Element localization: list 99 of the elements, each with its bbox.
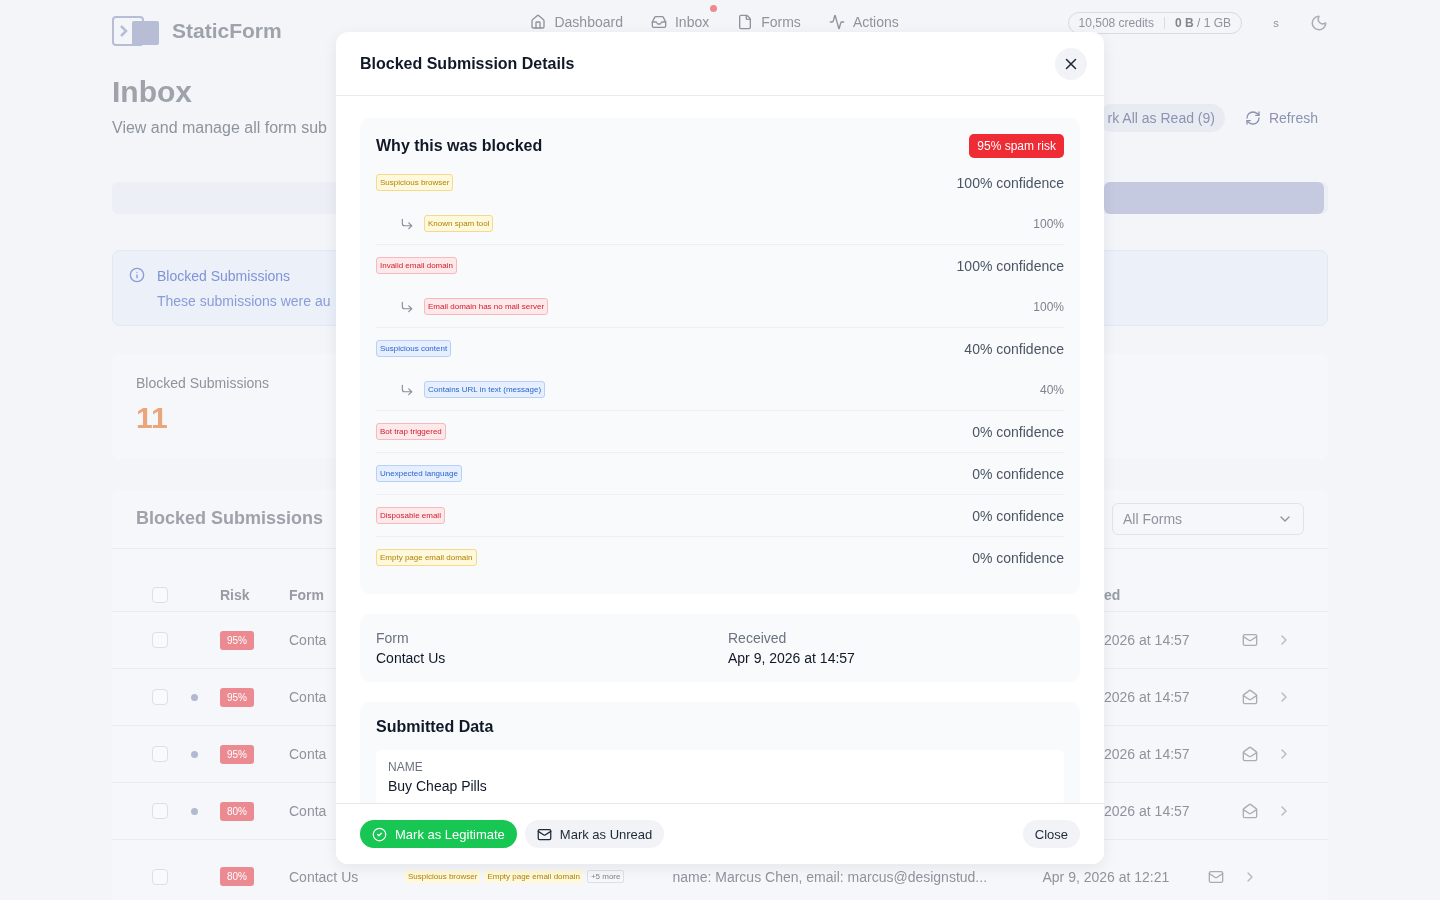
- page-title: Inbox: [112, 75, 193, 109]
- table-cell-text: name: Marcus Chen, email: marcus@designstud...: [672, 868, 988, 885]
- confidence-text: 100% confidence: [956, 257, 1064, 274]
- checkbox[interactable]: [152, 868, 168, 885]
- refresh-icon: [1244, 110, 1261, 126]
- table-cell-text: 2026 at 14:57: [1104, 632, 1191, 648]
- reason-tag: Disposable email: [376, 507, 445, 524]
- mark-all-read-button[interactable]: rk All as Read (9): [1104, 104, 1225, 132]
- confidence-text: 100%: [1033, 299, 1064, 314]
- field-label: NAME: [388, 760, 424, 774]
- app-logo-text: StaticForm: [172, 19, 282, 43]
- table-cell-text: 2026 at 14:57: [1104, 746, 1191, 762]
- checkbox[interactable]: [152, 632, 168, 648]
- column-header: Risk: [220, 587, 251, 603]
- active-tab[interactable]: [1104, 182, 1324, 214]
- checkbox[interactable]: [152, 587, 168, 603]
- close-button[interactable]: Close: [1022, 820, 1080, 848]
- checkbox[interactable]: [152, 689, 168, 705]
- meta-label: Received: [728, 630, 788, 646]
- risk-badge: 80%: [220, 867, 254, 886]
- mail-icon[interactable]: [1208, 868, 1225, 885]
- confidence-text: 100%: [1033, 216, 1064, 231]
- avatar[interactable]: s: [1266, 17, 1286, 29]
- checkbox[interactable]: [152, 746, 168, 762]
- table-title: Blocked Submissions: [135, 508, 325, 529]
- form-filter-select[interactable]: All Forms: [1112, 502, 1304, 535]
- moon-icon[interactable]: [1310, 14, 1328, 32]
- nav-icon: [650, 14, 667, 30]
- credits-text: 10,508 credits: [1078, 16, 1154, 30]
- column-header: Form: [289, 587, 324, 603]
- logo-icon: [112, 16, 160, 46]
- reason-tag: Invalid email domain: [376, 257, 457, 274]
- mark-unread-button[interactable]: Mark as Unread: [524, 820, 665, 848]
- stat-value: 11: [136, 401, 169, 435]
- column-header: ed: [1104, 587, 1121, 603]
- tag: Empty page email domain: [484, 870, 583, 883]
- meta-label: Form: [376, 630, 410, 646]
- table-cell: Conta: [289, 632, 327, 648]
- table-cell: Conta: [289, 746, 327, 762]
- confidence-text: 40% confidence: [964, 340, 1064, 357]
- mail-icon: [536, 826, 552, 842]
- reason-tag: Email domain has no mail server: [424, 298, 549, 315]
- check-circle-icon: [372, 826, 387, 842]
- risk-badge: 95%: [220, 744, 254, 764]
- table-cell-text: Apr 9, 2026 at 12:21: [1042, 868, 1171, 885]
- sub-reason-arrow-icon: [400, 382, 414, 397]
- refresh-button[interactable]: Refresh: [1234, 104, 1328, 132]
- table-cell: Conta: [289, 689, 327, 705]
- nav-link[interactable]: Actions: [828, 14, 899, 30]
- sub-reason-arrow-icon: [400, 216, 414, 231]
- meta-value: Apr 9, 2026 at 14:57: [728, 650, 856, 666]
- table-cell-text: 2026 at 14:57: [1104, 803, 1191, 819]
- nav-icon: [530, 14, 547, 30]
- risk-badge: 80%: [220, 801, 254, 821]
- nav-icon: [737, 14, 754, 30]
- table-cell: Conta: [289, 803, 327, 819]
- field-value: Buy Cheap Pills: [388, 778, 488, 795]
- spam-risk-badge: 95% spam risk: [969, 134, 1064, 158]
- confidence-text: 0% confidence: [972, 465, 1064, 482]
- info-icon: [129, 267, 145, 283]
- meta-value: Contact Us: [376, 650, 447, 666]
- confidence-text: 40%: [1039, 382, 1064, 397]
- tag: Suspicious browser: [405, 870, 481, 883]
- confidence-text: 0% confidence: [972, 423, 1064, 440]
- open-envelope-icon[interactable]: [1242, 689, 1258, 705]
- mail-icon[interactable]: [1242, 632, 1258, 648]
- risk-badge: 95%: [220, 687, 254, 707]
- reason-tag: Known spam tool: [424, 215, 494, 232]
- mark-legitimate-button[interactable]: Mark as Legitimate: [360, 820, 517, 848]
- stat-label: Blocked Submissions: [136, 375, 271, 391]
- table-cell-text: Contact Us: [289, 868, 360, 885]
- checkbox[interactable]: [152, 803, 168, 819]
- confidence-text: 0% confidence: [972, 507, 1064, 524]
- nav-link[interactable]: Inbox: [650, 14, 710, 30]
- close-button[interactable]: [1055, 47, 1087, 80]
- reason-tag: Empty page email domain: [376, 549, 477, 566]
- nav-link[interactable]: Forms: [737, 14, 801, 30]
- open-envelope-icon[interactable]: [1242, 746, 1258, 762]
- alert-text: These submissions were au: [157, 293, 331, 309]
- reason-tag: Suspicious browser: [376, 174, 454, 191]
- open-envelope-icon[interactable]: [1242, 803, 1258, 819]
- confidence-text: 100% confidence: [956, 174, 1064, 191]
- nav-icon: [828, 14, 845, 30]
- risk-badge: 95%: [220, 630, 254, 650]
- sub-reason-arrow-icon: [400, 299, 414, 314]
- reason-tag: Suspicious content: [376, 340, 452, 357]
- table-cell-text: 2026 at 14:57: [1104, 689, 1191, 705]
- confidence-text: 0% confidence: [972, 549, 1064, 566]
- section-title: Submitted Data: [376, 718, 495, 736]
- reason-tag: Unexpected language: [376, 465, 462, 482]
- nav-link[interactable]: Dashboard: [530, 14, 623, 30]
- reason-tag: Contains URL in text (message): [424, 381, 546, 398]
- page-subtitle: View and manage all form sub: [112, 119, 328, 137]
- section-title: Why this was blocked: [376, 137, 543, 155]
- storage-text: 0 B / 1 GB: [1174, 16, 1231, 30]
- reason-tag: Bot trap triggered: [376, 423, 446, 440]
- alert-title: Blocked Submissions: [157, 268, 291, 284]
- dialog-title: Blocked Submission Details: [360, 54, 575, 73]
- more-tag: +5 more: [586, 870, 625, 883]
